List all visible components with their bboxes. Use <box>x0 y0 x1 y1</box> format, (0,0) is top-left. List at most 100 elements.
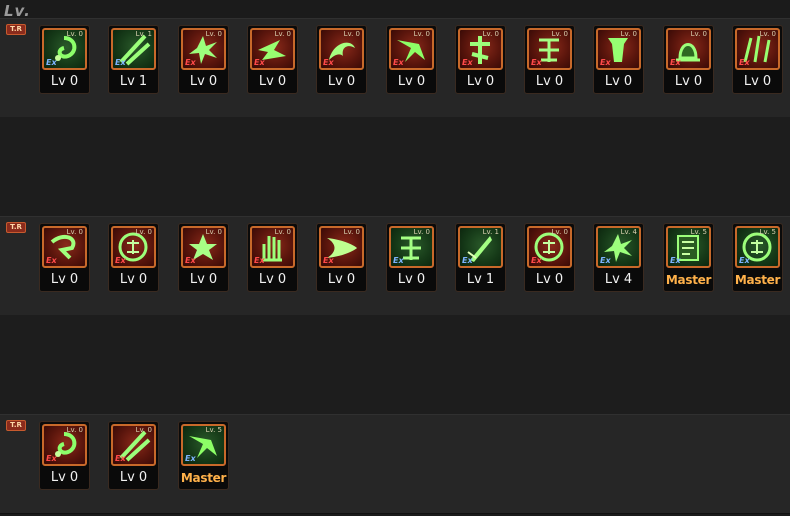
skill-slot[interactable]: Lv. 1 Ex Lv 1 <box>108 25 159 94</box>
skill-level-label: Master <box>180 471 227 485</box>
skill-slot[interactable]: Lv. 0 Ex Lv 0 <box>108 421 159 490</box>
skill-icon: Lv. 5 Ex <box>666 226 711 268</box>
skill-level-label: Lv 1 <box>466 272 495 287</box>
skill-slot[interactable]: Lv. 0 Ex Lv 0 <box>732 25 783 94</box>
ex-badge: Ex <box>254 58 265 67</box>
skill-level-label: Lv 0 <box>535 74 564 89</box>
skill-slot[interactable]: Lv. 0 Ex Lv 0 <box>455 25 506 94</box>
skill-level-label: Lv 0 <box>466 74 495 89</box>
skill-level-label: Lv 0 <box>189 74 218 89</box>
ex-badge: Ex <box>46 454 57 463</box>
ex-badge: Ex <box>531 256 542 265</box>
skill-slot[interactable]: Lv. 5 Ex Master <box>178 421 229 490</box>
skill-mini-level: Lv. 0 <box>135 228 152 236</box>
skill-mini-level: Lv. 0 <box>205 228 222 236</box>
skill-slot[interactable]: Lv. 0 Ex Lv 0 <box>247 223 298 292</box>
skill-slot[interactable]: Lv. 0 Ex Lv 0 <box>316 25 367 94</box>
skill-level-label: Lv 0 <box>327 272 356 287</box>
ex-badge: Ex <box>323 256 334 265</box>
skill-mini-level: Lv. 0 <box>66 228 83 236</box>
tier-badge: T.R <box>6 222 26 233</box>
skill-slot[interactable]: Lv. 0 Ex Lv 0 <box>247 25 298 94</box>
skill-mini-level: Lv. 0 <box>482 30 499 38</box>
skill-mini-level: Lv. 0 <box>343 228 360 236</box>
skill-slot[interactable]: Lv. 0 Ex Lv 0 <box>108 223 159 292</box>
skill-icon: Lv. 0 Ex <box>319 28 364 70</box>
ex-badge: Ex <box>185 454 196 463</box>
skill-slot[interactable]: Lv. 0 Ex Lv 0 <box>386 223 437 292</box>
ex-badge: Ex <box>600 256 611 265</box>
skill-level-label: Lv 0 <box>50 470 79 485</box>
ex-badge: Ex <box>393 256 404 265</box>
skill-level-label: Lv 4 <box>604 272 633 287</box>
skill-mini-level: Lv. 5 <box>690 228 707 236</box>
skill-slot[interactable]: Lv. 4 Ex Lv 4 <box>593 223 644 292</box>
ex-badge: Ex <box>739 256 750 265</box>
skill-icon: Lv. 0 Ex <box>389 28 434 70</box>
skill-icon: Lv. 0 Ex <box>527 226 572 268</box>
skill-slot[interactable]: Lv. 0 Ex Lv 0 <box>524 223 575 292</box>
skill-slot[interactable]: Lv. 0 Ex Lv 0 <box>39 223 90 292</box>
skill-level-label: Lv 0 <box>119 272 148 287</box>
skill-mini-level: Lv. 0 <box>205 30 222 38</box>
skill-level-label: Lv 0 <box>50 74 79 89</box>
skill-level-label: Master <box>734 273 781 287</box>
skill-icon: Lv. 0 Ex <box>181 226 226 268</box>
ex-badge: Ex <box>115 58 126 67</box>
ex-badge: Ex <box>185 58 196 67</box>
skill-mini-level: Lv. 0 <box>343 30 360 38</box>
skill-mini-level: Lv. 0 <box>551 228 568 236</box>
ex-badge: Ex <box>670 256 681 265</box>
skill-level-label: Lv 1 <box>119 74 148 89</box>
skill-level-label: Lv 0 <box>674 74 703 89</box>
skill-level-label: Lv 0 <box>50 272 79 287</box>
skill-slot[interactable]: Lv. 0 Ex Lv 0 <box>39 421 90 490</box>
skill-icon: Lv. 0 Ex <box>42 28 87 70</box>
skill-mini-level: Lv. 5 <box>205 426 222 434</box>
skill-icon: Lv. 0 Ex <box>596 28 641 70</box>
skill-mini-level: Lv. 0 <box>551 30 568 38</box>
skill-slot[interactable]: Lv. 0 Ex Lv 0 <box>178 223 229 292</box>
skill-slot[interactable]: Lv. 0 Ex Lv 0 <box>663 25 714 94</box>
skill-icon: Lv. 0 Ex <box>735 28 780 70</box>
skill-level-label: Lv 0 <box>258 272 287 287</box>
skill-slot[interactable]: Lv. 5 Ex Master <box>663 223 714 292</box>
tier-badge: T.R <box>6 24 26 35</box>
skill-mini-level: Lv. 0 <box>413 30 430 38</box>
skill-icon: Lv. 0 Ex <box>250 226 295 268</box>
skill-slot[interactable]: Lv. 0 Ex Lv 0 <box>593 25 644 94</box>
ex-badge: Ex <box>46 256 57 265</box>
skill-icon: Lv. 0 Ex <box>389 226 434 268</box>
skill-level-label: Lv 0 <box>258 74 287 89</box>
skill-slot[interactable]: Lv. 0 Ex Lv 0 <box>316 223 367 292</box>
skill-icon: Lv. 5 Ex <box>181 424 226 466</box>
skill-mini-level: Lv. 0 <box>66 30 83 38</box>
skill-slot[interactable]: Lv. 5 Ex Master <box>732 223 783 292</box>
skill-slot[interactable]: Lv. 0 Ex Lv 0 <box>386 25 437 94</box>
skill-mini-level: Lv. 0 <box>274 228 291 236</box>
ex-badge: Ex <box>115 454 126 463</box>
skill-mini-level: Lv. 5 <box>759 228 776 236</box>
skill-icon: Lv. 0 Ex <box>527 28 572 70</box>
skill-level-label: Lv 0 <box>535 272 564 287</box>
skill-icon: Lv. 5 Ex <box>735 226 780 268</box>
tier-badge: T.R <box>6 420 26 431</box>
skill-slot[interactable]: Lv. 0 Ex Lv 0 <box>39 25 90 94</box>
skill-slot[interactable]: Lv. 0 Ex Lv 0 <box>524 25 575 94</box>
ex-badge: Ex <box>462 256 473 265</box>
skill-mini-level: Lv. 0 <box>620 30 637 38</box>
ex-badge: Ex <box>462 58 473 67</box>
skill-icon: Lv. 0 Ex <box>319 226 364 268</box>
skill-mini-level: Lv. 0 <box>274 30 291 38</box>
ex-badge: Ex <box>531 58 542 67</box>
skill-icon: Lv. 0 Ex <box>181 28 226 70</box>
skill-mini-level: Lv. 0 <box>66 426 83 434</box>
skill-mini-level: Lv. 1 <box>135 30 152 38</box>
skill-slot[interactable]: Lv. 0 Ex Lv 0 <box>178 25 229 94</box>
row-divider <box>0 117 790 216</box>
skill-icon: Lv. 0 Ex <box>42 424 87 466</box>
skill-mini-level: Lv. 4 <box>620 228 637 236</box>
ex-badge: Ex <box>254 256 265 265</box>
ex-badge: Ex <box>739 58 750 67</box>
skill-slot[interactable]: Lv. 1 Ex Lv 1 <box>455 223 506 292</box>
